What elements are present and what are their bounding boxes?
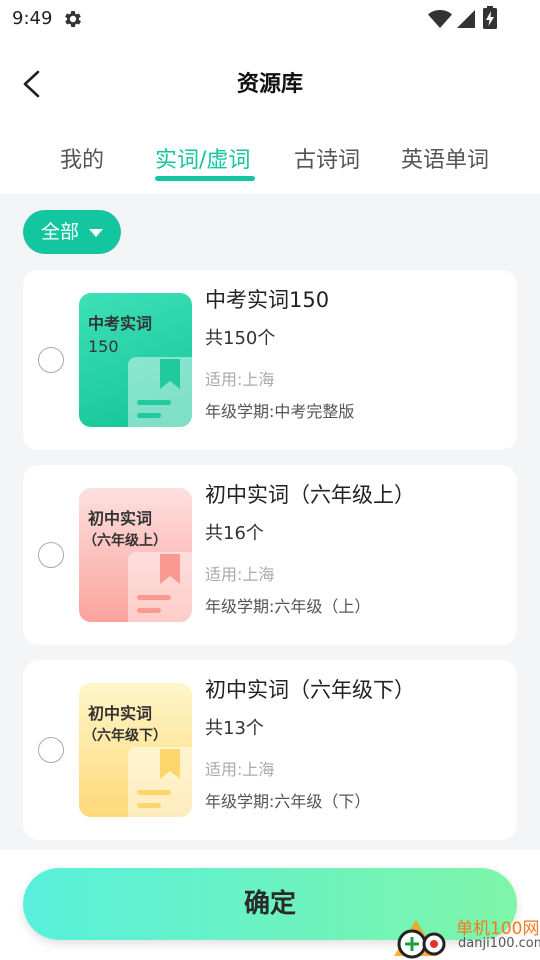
watermark-url: danji100.com [458, 936, 540, 951]
bookmark-icon [160, 359, 180, 389]
tab-words[interactable]: 实词/虚词 [155, 142, 250, 174]
card-term: 年级学期:中考完整版 [205, 402, 355, 421]
wifi-icon [428, 10, 452, 28]
cover-title: 初中实词 [88, 704, 153, 723]
page-title: 资源库 [236, 72, 303, 97]
app-header: 资源库 [0, 38, 540, 122]
cover-line [137, 790, 171, 795]
book-cover: 初中实词 （六年级下） [79, 683, 192, 817]
settings-gear-icon [65, 11, 81, 27]
active-tab-indicator [155, 176, 255, 181]
cell-signal-icon [457, 10, 475, 28]
watermark-logo-icon [394, 920, 446, 959]
caret-down-icon [89, 229, 103, 237]
resource-list-area: 全部 中考实词 150 中考实词150 共150个 适用:上海 年级学期:中考完… [0, 194, 540, 850]
book-cover: 初中实词 （六年级上） [79, 488, 192, 622]
tab-english-words[interactable]: 英语单词 [401, 142, 489, 174]
book-cover: 中考实词 150 [79, 293, 192, 427]
status-time: 9:49 [12, 8, 53, 29]
category-tabs: 我的 实词/虚词 古诗词 英语单词 [0, 130, 540, 192]
card-region: 适用:上海 [205, 370, 275, 389]
select-radio[interactable] [38, 737, 64, 763]
cover-line [137, 803, 161, 808]
cover-line [137, 400, 171, 405]
card-count: 共13个 [205, 718, 264, 739]
resource-card[interactable]: 初中实词 （六年级下） 初中实词（六年级下） 共13个 适用:上海 年级学期:六… [23, 660, 517, 840]
card-region: 适用:上海 [205, 565, 275, 584]
cover-line [137, 608, 161, 613]
cover-title: 初中实词 [88, 509, 153, 528]
cover-line [137, 595, 171, 600]
card-title: 中考实词150 [205, 288, 330, 312]
bookmark-icon [160, 749, 180, 779]
card-count: 共16个 [205, 523, 264, 544]
resource-card[interactable]: 初中实词 （六年级上） 初中实词（六年级上） 共16个 适用:上海 年级学期:六… [23, 465, 517, 645]
filter-dropdown[interactable]: 全部 [23, 210, 121, 254]
tab-poems[interactable]: 古诗词 [294, 142, 360, 174]
watermark: 单机100网 danji100.com [386, 908, 540, 960]
filter-label: 全部 [41, 221, 80, 243]
status-bar: 9:49 [0, 0, 540, 38]
card-count: 共150个 [205, 328, 276, 349]
cover-title: 中考实词 [88, 314, 153, 333]
select-radio[interactable] [38, 347, 64, 373]
cover-subtitle: 150 [88, 337, 119, 356]
card-title: 初中实词（六年级上） [205, 483, 415, 507]
resource-card[interactable]: 中考实词 150 中考实词150 共150个 适用:上海 年级学期:中考完整版 [23, 270, 517, 450]
card-term: 年级学期:六年级（上） [205, 597, 371, 616]
card-region: 适用:上海 [205, 760, 275, 779]
card-term: 年级学期:六年级（下） [205, 792, 371, 811]
cover-subtitle: （六年级下） [83, 728, 167, 744]
cover-subtitle: （六年级上） [83, 533, 167, 549]
bookmark-icon [160, 554, 180, 584]
select-radio[interactable] [38, 542, 64, 568]
cover-line [137, 413, 161, 418]
tab-mine[interactable]: 我的 [60, 142, 104, 174]
battery-charging-icon [483, 6, 497, 29]
card-title: 初中实词（六年级下） [205, 678, 415, 702]
